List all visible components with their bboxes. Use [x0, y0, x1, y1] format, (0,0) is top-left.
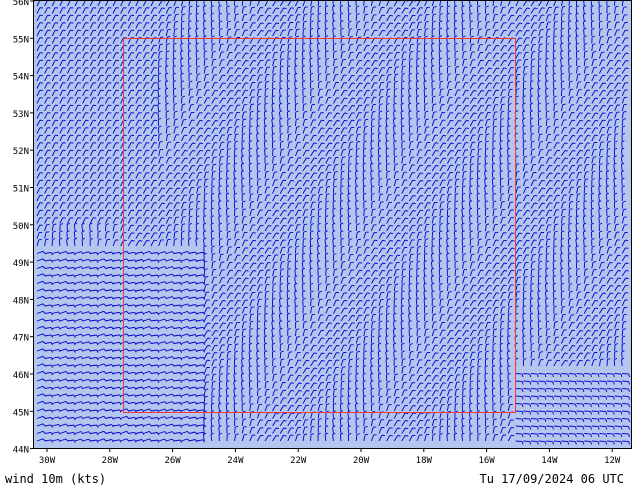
lat-label: 48N: [13, 296, 29, 306]
lon-label: 14W: [541, 456, 558, 466]
lat-label: 44N: [13, 446, 29, 456]
lon-label: 22W: [290, 456, 307, 466]
lon-label: 24W: [227, 456, 244, 466]
lat-label: 45N: [13, 408, 29, 418]
weather-map-frame: 56N 55N 54N 53N 52N 51N 50N 49N 48N 47N 46N 45N 44N …: [0, 0, 634, 490]
lat-label: 55N: [13, 35, 29, 45]
lon-label: 26W: [164, 456, 181, 466]
wind-map: 56N55N54N53N52N51N50N49N48N47N46N45N44N …: [13, 0, 632, 466]
lat-label: 53N: [13, 110, 29, 120]
longitude-axis: 30W 28W 26W 24W 22W 20W 18W 16W 14W 12W: [39, 449, 621, 466]
latitude-axis: 56N 55N 54N 53N 52N 51N 50N 49N 48N 47N 46N 45N 44N: [13, 0, 33, 456]
lon-label: 18W: [416, 456, 433, 466]
lon-label: 28W: [102, 456, 119, 466]
lat-label: 56N: [13, 0, 29, 8]
lon-label: 12W: [604, 456, 621, 466]
lat-label: 51N: [13, 185, 29, 195]
lat-label: 50N: [13, 222, 29, 232]
variable-label: wind 10m (kts): [5, 472, 107, 486]
lat-label: 52N: [13, 147, 29, 157]
lon-label: 16W: [478, 456, 495, 466]
lat-label: 47N: [13, 334, 29, 344]
lon-label: 20W: [353, 456, 370, 466]
lat-label: 49N: [13, 259, 29, 269]
lat-label: 54N: [13, 73, 29, 83]
valid-time-label: Tu 17/09/2024 06 UTC: [479, 472, 625, 486]
lat-label: 46N: [13, 371, 29, 381]
lon-label: 30W: [39, 456, 56, 466]
